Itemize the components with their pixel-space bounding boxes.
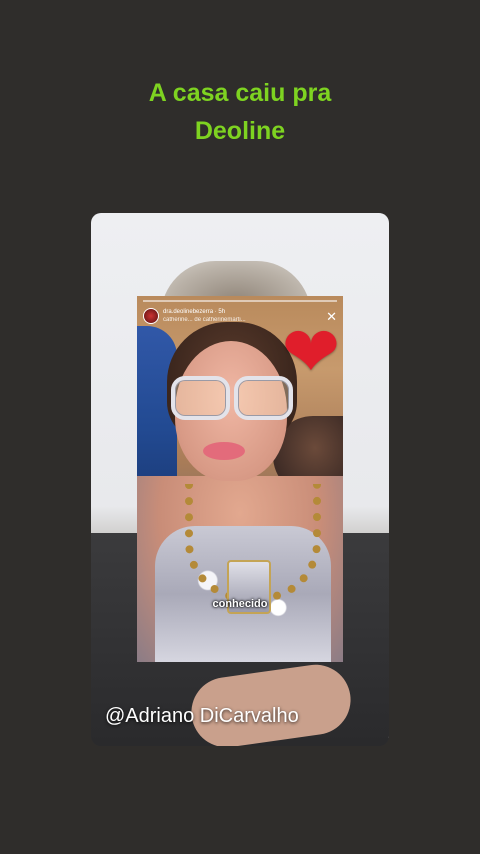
credit-text: @Adriano DiCarvalho bbox=[105, 705, 299, 727]
left-lens bbox=[171, 376, 230, 420]
post-headline: A casa caiu pra Deoline bbox=[0, 74, 480, 150]
sunglasses bbox=[171, 376, 293, 420]
story-screenshot: dra.deolinebezerra · 5h catherine... de … bbox=[137, 296, 343, 662]
story-caption: conhecido bbox=[212, 598, 268, 610]
lips bbox=[203, 442, 245, 460]
story-username[interactable]: dra.deolinebezerra bbox=[163, 309, 213, 315]
heart-sticker-icon: ❤ bbox=[281, 313, 341, 391]
story-time: 5h bbox=[218, 309, 226, 315]
story-progress-bar bbox=[143, 300, 337, 302]
headline-line-2: Deoline bbox=[194, 117, 286, 145]
avatar[interactable] bbox=[143, 308, 159, 324]
headline-line-1: A casa caiu pra bbox=[148, 79, 332, 107]
video-card[interactable]: dra.deolinebezerra · 5h catherine... de … bbox=[91, 213, 389, 746]
